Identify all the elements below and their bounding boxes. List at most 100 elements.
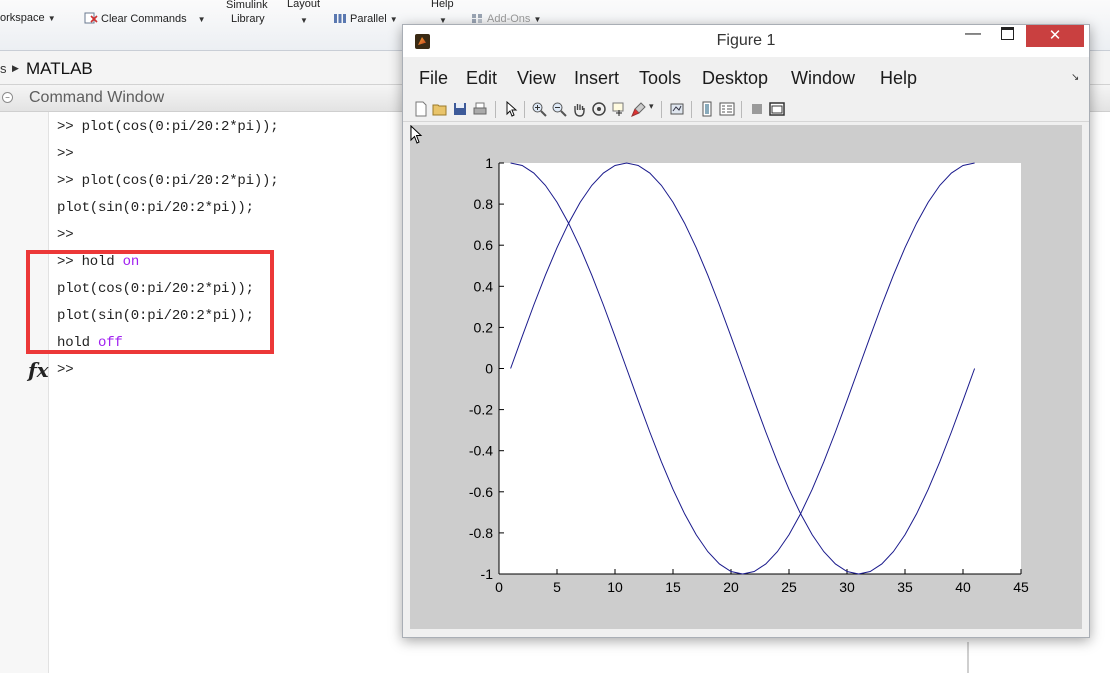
simulink-label: Simulink <box>226 0 268 11</box>
colorbar-icon[interactable] <box>699 101 715 117</box>
y-tick-label: -0.6 <box>469 484 493 500</box>
figure-titlebar[interactable]: Figure 1 — ✕ <box>403 25 1089 57</box>
mouse-pointer-icon <box>410 125 423 144</box>
chevron-down-icon: ▼ <box>533 15 542 24</box>
menu-edit[interactable]: Edit <box>466 68 497 89</box>
x-tick-label: 0 <box>495 579 503 595</box>
command-line: >> <box>57 227 74 243</box>
simulink-library-button[interactable]: Simulink <box>226 0 268 11</box>
menu-window[interactable]: Window <box>791 68 855 89</box>
clear-commands-label: Clear Commands <box>101 13 187 25</box>
open-file-icon[interactable] <box>432 101 448 117</box>
zoom-in-icon[interactable] <box>531 101 547 117</box>
highlight-annotation-box <box>26 250 274 354</box>
chevron-down-icon: ▼ <box>389 15 398 24</box>
y-tick-label: 0.8 <box>474 196 494 212</box>
axes-background <box>499 163 1021 574</box>
chevron-down-icon: ▼ <box>47 14 56 23</box>
current-folder-path[interactable]: MATLAB <box>26 59 93 79</box>
address-separator: s <box>0 61 7 76</box>
figure-menubar: File Edit View Insert Tools Desktop Wind… <box>403 66 1089 92</box>
x-tick-label: 10 <box>607 579 623 595</box>
x-tick-label: 40 <box>955 579 971 595</box>
close-button[interactable]: ✕ <box>1026 25 1084 47</box>
new-figure-icon[interactable] <box>413 101 429 117</box>
rotate-3d-icon[interactable] <box>591 101 607 117</box>
y-tick-label: -1 <box>481 566 494 582</box>
workspace-button[interactable]: orkspace ▼ <box>0 12 56 24</box>
menu-desktop[interactable]: Desktop <box>702 68 768 89</box>
command-line: plot(sin(0:pi/20:2*pi)); <box>57 200 254 216</box>
y-tick-label: 0.4 <box>474 278 494 294</box>
menu-help[interactable]: Help <box>880 68 917 89</box>
command-line: >> <box>57 146 74 162</box>
toolbar-separator <box>691 101 692 118</box>
x-tick-label: 45 <box>1013 579 1029 595</box>
menu-tools[interactable]: Tools <box>639 68 681 89</box>
brush-icon[interactable] <box>631 101 647 117</box>
x-tick-label: 30 <box>839 579 855 595</box>
edit-plot-icon[interactable] <box>503 101 519 117</box>
layout-chevron-down-icon[interactable]: ▼ <box>300 14 308 26</box>
print-icon[interactable] <box>472 101 488 117</box>
close-icon: ✕ <box>1048 27 1062 44</box>
menu-view[interactable]: View <box>517 68 556 89</box>
y-tick-label: 1 <box>485 155 493 171</box>
hide-plot-tools-icon[interactable] <box>749 101 765 117</box>
command-line: >> plot(cos(0:pi/20:2*pi)); <box>57 173 279 189</box>
menu-file[interactable]: File <box>419 68 448 89</box>
y-tick-label: -0.2 <box>469 402 493 418</box>
zoom-out-icon[interactable] <box>551 101 567 117</box>
command-window-title: Command Window <box>29 89 165 106</box>
chevron-down-icon: ▼ <box>197 15 206 24</box>
legend-icon[interactable] <box>719 101 735 117</box>
panel-divider <box>967 642 969 673</box>
y-tick-label: 0 <box>485 361 493 377</box>
y-tick-label: 0.6 <box>474 237 494 253</box>
maximize-icon <box>1000 27 1014 40</box>
pan-icon[interactable] <box>571 101 587 117</box>
x-tick-label: 35 <box>897 579 913 595</box>
brush-dropdown-icon[interactable]: ▾ <box>649 101 654 112</box>
figure-canvas[interactable]: 0 5 10 15 20 25 30 35 40 45 -1 -0.8 -0.6 -0.4 -0.2 0 0.2… <box>410 125 1082 629</box>
figure-toolbar: ▾ <box>403 97 1089 122</box>
breadcrumb-arrow-icon: ▶ <box>12 63 19 73</box>
show-plot-tools-icon[interactable] <box>769 101 785 117</box>
toolbar-separator <box>741 101 742 118</box>
x-tick-label: 20 <box>723 579 739 595</box>
workspace-label: orkspace <box>0 12 45 24</box>
clear-commands-button[interactable]: Clear Commands ▼ <box>84 12 206 25</box>
data-cursor-icon[interactable] <box>611 101 627 117</box>
addons-icon <box>472 14 482 23</box>
menu-insert[interactable]: Insert <box>574 68 619 89</box>
x-tick-label: 25 <box>781 579 797 595</box>
link-plot-icon[interactable] <box>669 101 685 117</box>
figure-window: Figure 1 — ✕ File Edit View Insert Tools… <box>402 24 1090 638</box>
help-button[interactable]: Help <box>431 0 454 10</box>
function-browser-icon[interactable]: fx <box>28 358 49 382</box>
parallel-label: Parallel <box>350 13 387 25</box>
maximize-button[interactable] <box>993 27 1021 51</box>
clear-commands-icon <box>84 12 98 24</box>
command-line: >> plot(cos(0:pi/20:2*pi)); <box>57 119 279 135</box>
toolbar-separator <box>495 101 496 118</box>
y-tick-label: 0.2 <box>474 319 494 335</box>
command-prompt[interactable]: >> <box>57 362 74 378</box>
x-tick-label: 15 <box>665 579 681 595</box>
parallel-icon <box>334 14 346 23</box>
layout-button[interactable]: Layout <box>287 0 320 10</box>
parallel-button[interactable]: Parallel ▼ <box>333 12 398 25</box>
help-label: Help <box>431 0 454 10</box>
save-icon[interactable] <box>452 101 468 117</box>
dock-arrow-icon[interactable]: ↘ <box>1071 72 1079 83</box>
command-window-gutter <box>0 112 49 673</box>
collapse-icon[interactable]: − <box>2 92 13 103</box>
toolbar-separator <box>661 101 662 118</box>
toolbar-separator <box>524 101 525 118</box>
x-tick-label: 5 <box>553 579 561 595</box>
minimize-button[interactable]: — <box>959 25 987 49</box>
layout-label: Layout <box>287 0 321 10</box>
plot-svg: 0 5 10 15 20 25 30 35 40 45 -1 -0.8 -0.6 -0.4 -0.2 0 0.2… <box>469 155 1029 595</box>
y-tick-label: -0.8 <box>469 525 493 541</box>
library-label: Library <box>231 13 265 25</box>
